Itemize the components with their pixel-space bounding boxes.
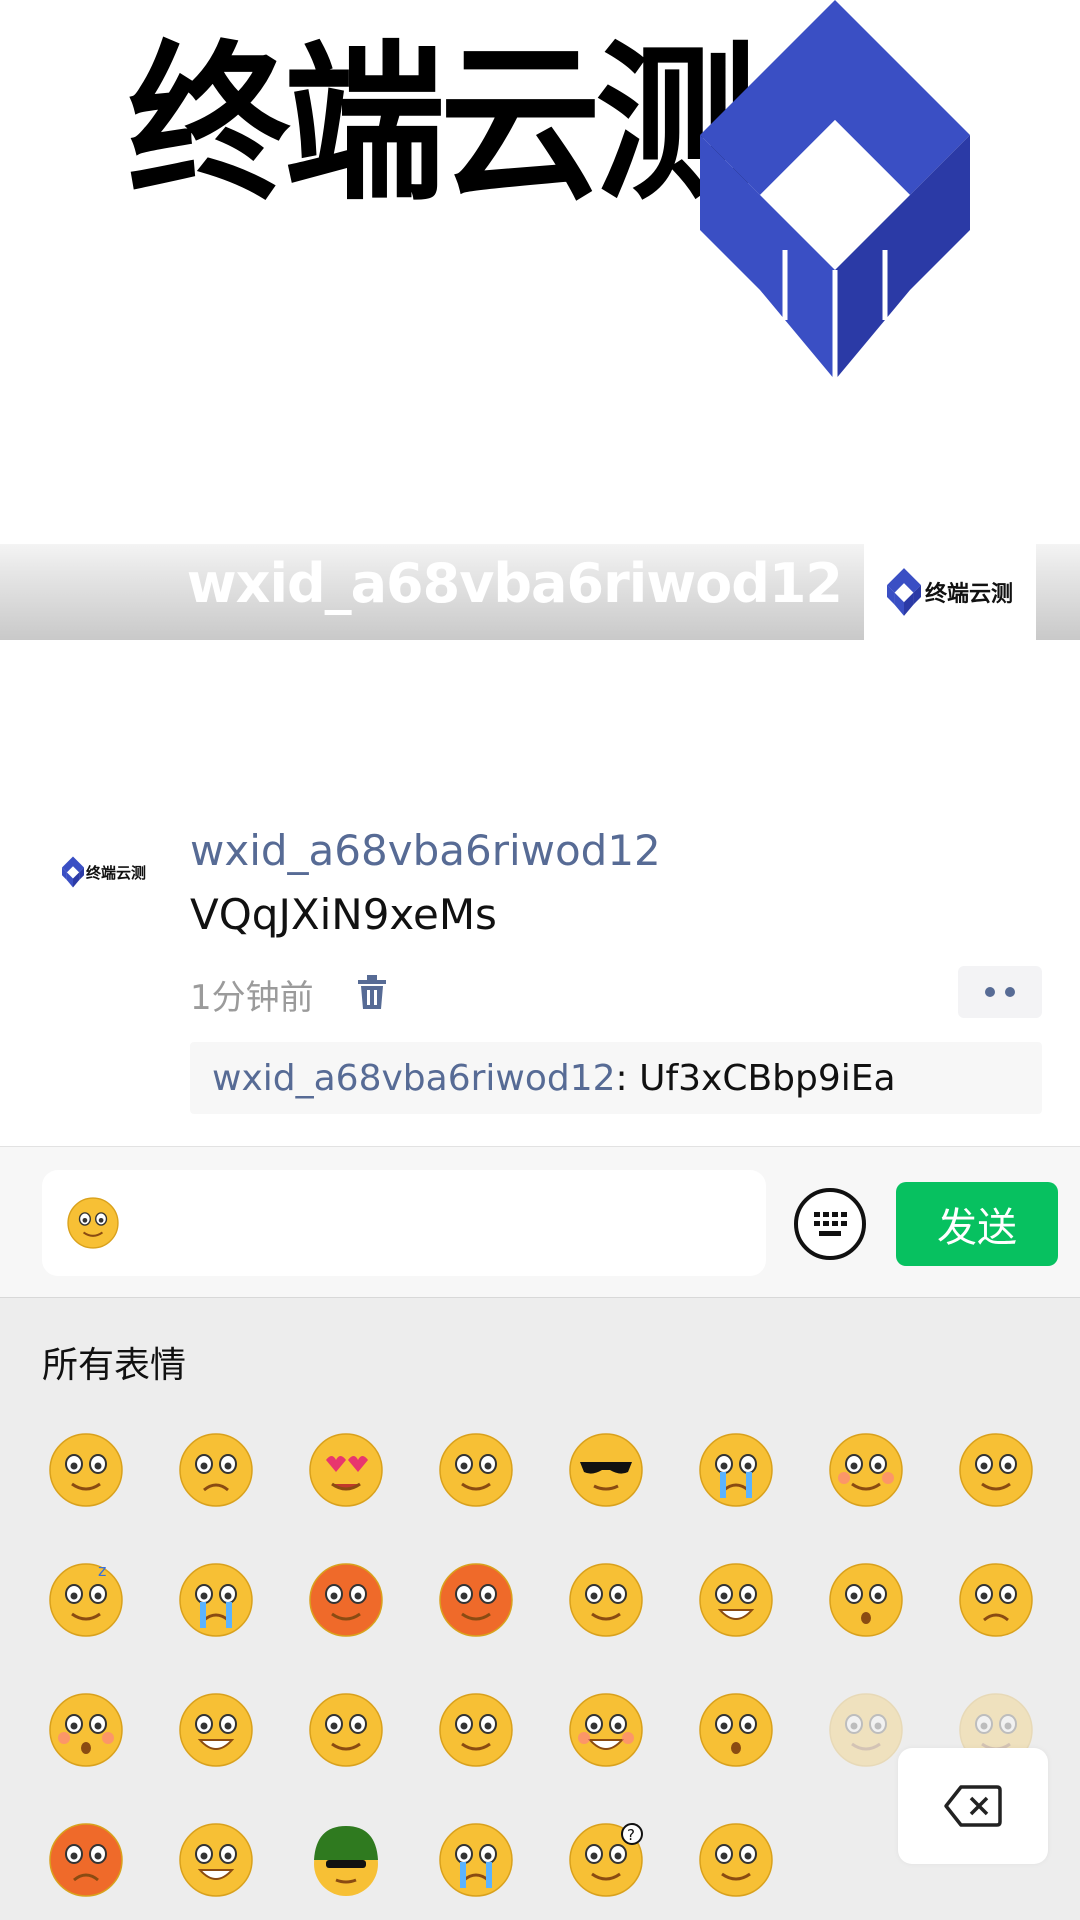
emoji-chuckle-icon[interactable]	[436, 1690, 516, 1770]
comment-text: Uf3xCBbp9iEa	[639, 1058, 896, 1099]
emoji-sweat-icon[interactable]	[306, 1560, 386, 1640]
emoji-tongue-icon[interactable]	[566, 1560, 646, 1640]
dot-icon	[1005, 987, 1015, 997]
emoji-shy-icon[interactable]	[826, 1430, 906, 1510]
brand-logo-icon	[700, 0, 970, 380]
emoji-shocked-icon[interactable]	[696, 1690, 776, 1770]
keyboard-toggle-button[interactable]	[794, 1188, 866, 1260]
emoji-surprise-icon[interactable]	[826, 1560, 906, 1640]
emoji-dizzy-icon[interactable]	[826, 1690, 906, 1770]
emoji-puke-icon[interactable]	[306, 1690, 386, 1770]
cover-brand-text: 终端云测	[128, 26, 757, 224]
emoji-tears-icon[interactable]	[436, 1820, 516, 1900]
emoji-stare-icon[interactable]	[436, 1430, 516, 1510]
emoji-sob-icon[interactable]	[696, 1430, 776, 1510]
emoji-heart-eyes-icon[interactable]	[306, 1430, 386, 1510]
post-author[interactable]: wxid_a68vba6riwod12	[190, 826, 661, 875]
comment-author[interactable]: wxid_a68vba6riwod12	[212, 1058, 616, 1099]
emoji-sleep-icon[interactable]: z	[46, 1560, 126, 1640]
emoji-happy-icon[interactable]	[566, 1690, 646, 1770]
emoji-grin-icon[interactable]	[696, 1560, 776, 1640]
delete-button[interactable]	[898, 1748, 1048, 1864]
post-time: 1分钟前	[190, 978, 314, 1018]
svg-text:?: ?	[627, 1826, 635, 1844]
svg-text:z: z	[98, 1561, 106, 1580]
keyboard-icon	[814, 1212, 847, 1236]
emoji-cool-icon[interactable]	[566, 1430, 646, 1510]
brand-logo-icon	[886, 568, 921, 616]
emoji-angry-icon[interactable]	[436, 1560, 516, 1640]
emoji-cheeky-icon[interactable]	[176, 1820, 256, 1900]
profile-avatar[interactable]: 终端云测	[864, 544, 1036, 640]
emoji-blush-icon[interactable]	[46, 1690, 126, 1770]
dot-icon	[985, 987, 995, 997]
emoji-soldier-icon[interactable]	[306, 1820, 386, 1900]
comment-input[interactable]	[42, 1170, 766, 1276]
more-actions-button[interactable]	[958, 966, 1042, 1018]
avatar-brand-text: 终端云测	[924, 582, 1013, 607]
emoji-awkward-icon[interactable]	[176, 1430, 256, 1510]
backspace-icon	[944, 1785, 1002, 1827]
emoji-smile-icon[interactable]	[46, 1430, 126, 1510]
trash-icon[interactable]	[356, 974, 388, 1010]
emoji-cry-icon[interactable]	[176, 1560, 256, 1640]
comment-separator: :	[615, 1058, 640, 1099]
cover-image[interactable]: 终端云测	[0, 0, 1080, 540]
send-button[interactable]: 发送	[896, 1182, 1058, 1266]
emoji-scared-icon[interactable]	[46, 1820, 126, 1900]
emoji-laugh-icon[interactable]	[176, 1690, 256, 1770]
emoji-shush-icon[interactable]	[696, 1820, 776, 1900]
profile-name: wxid_a68vba6riwod12	[186, 552, 843, 615]
comment-item[interactable]: wxid_a68vba6riwod12: Uf3xCBbp9iEa	[190, 1042, 1042, 1114]
emoji-panel-title: 所有表情	[42, 1345, 187, 1386]
post-avatar[interactable]: 终端云测	[62, 842, 152, 902]
smile-emoji-icon	[67, 1197, 119, 1249]
emoji-sad-icon[interactable]	[956, 1560, 1036, 1640]
avatar-brand-text: 终端云测	[86, 863, 147, 882]
post-content: VQqJXiN9xeMs	[190, 890, 497, 939]
emoji-mouth-shut-icon[interactable]	[956, 1430, 1036, 1510]
emoji-doubt-icon[interactable]: ?	[566, 1820, 646, 1900]
brand-logo-icon	[62, 856, 84, 888]
